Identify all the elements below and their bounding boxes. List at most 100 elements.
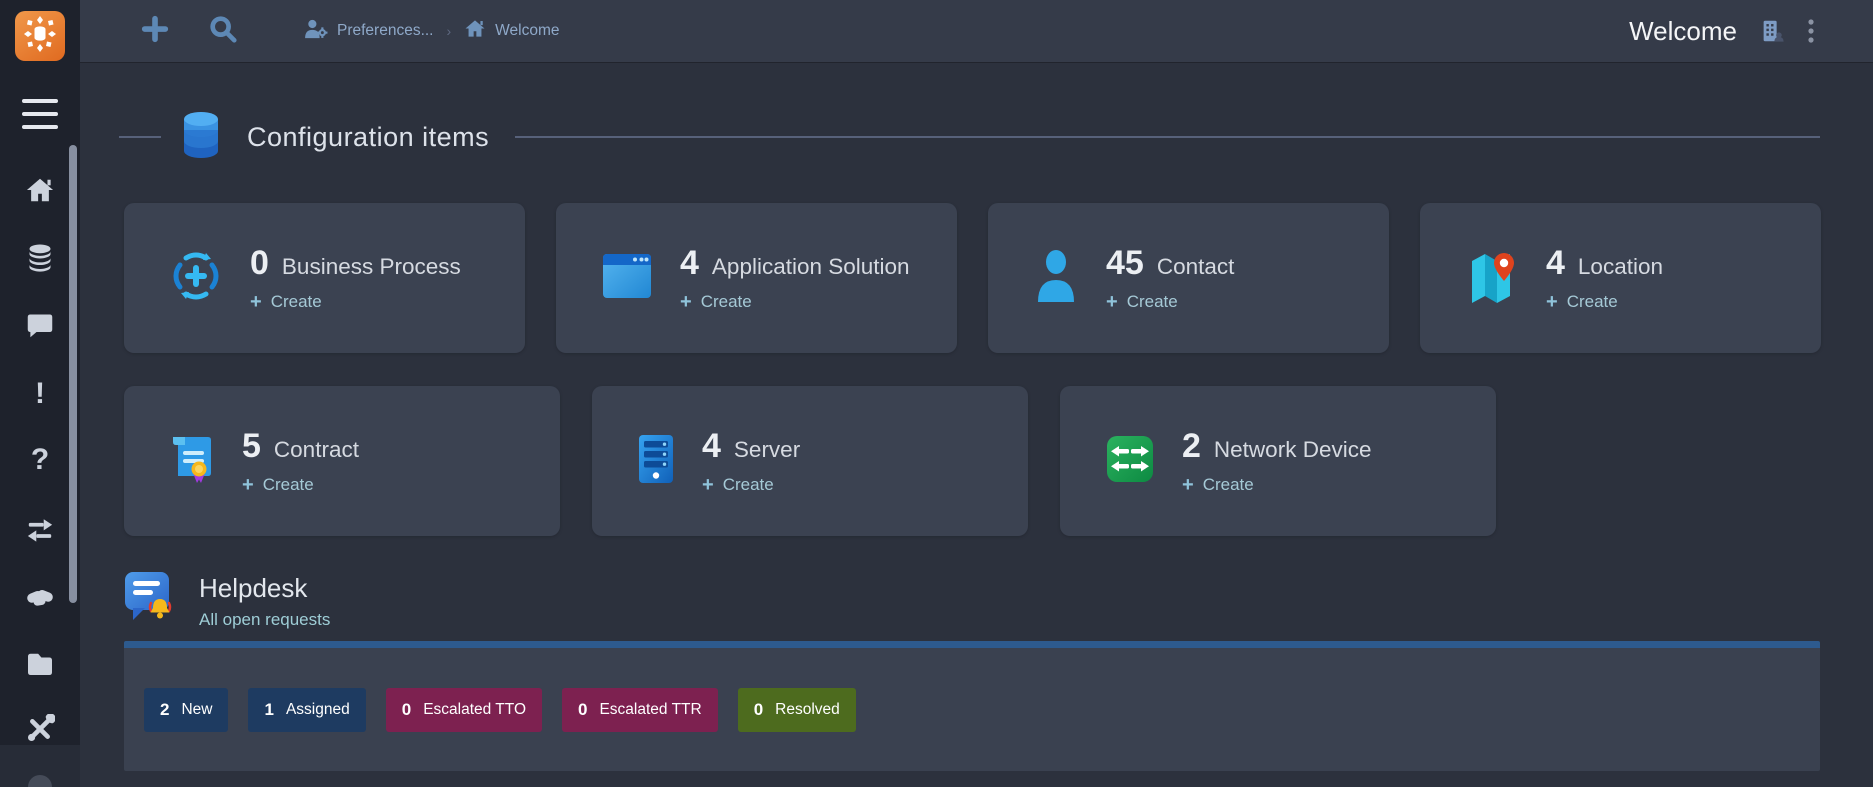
sidebar-item-incidents[interactable]: ! — [24, 378, 56, 410]
create-link[interactable]: + Create — [702, 475, 800, 495]
card-count: 0 — [250, 244, 269, 283]
badge-count: 2 — [160, 700, 169, 720]
sidebar-footer — [0, 745, 80, 787]
topbar: Preferences... › Welcome Welcome — [80, 0, 1873, 62]
main-content: Configuration items 0 — [80, 62, 1873, 787]
helpdesk-panel: 2 New 1 Assigned 0 Escalated TTO 0 Escal… — [124, 641, 1820, 771]
create-link[interactable]: + Create — [250, 292, 461, 312]
card-link[interactable]: 45 Contact — [1106, 244, 1234, 283]
contract-certificate-icon — [170, 433, 214, 490]
folder-icon — [25, 651, 55, 675]
card-link[interactable]: 4 Application Solution — [680, 244, 910, 283]
helpdesk-badge-assigned[interactable]: 1 Assigned — [248, 688, 365, 732]
helpdesk-chat-bell-icon — [124, 571, 172, 630]
sidebar-item-configuration[interactable] — [24, 242, 56, 274]
location-map-pin-icon — [1466, 249, 1518, 308]
card-link[interactable]: 5 Contract — [242, 427, 359, 466]
user-preferences-icon — [304, 19, 328, 44]
card-business-process: 0 Business Process + Create — [124, 203, 525, 353]
helpdesk-badge-escalated-tto[interactable]: 0 Escalated TTO — [386, 688, 542, 732]
cards-row-1: 0 Business Process + Create — [124, 203, 1821, 353]
itop-logo-icon — [20, 14, 60, 59]
quick-create-button[interactable] — [140, 14, 170, 49]
sidebar-item-problems[interactable]: ? — [24, 444, 56, 476]
badge-label: Escalated TTR — [599, 701, 701, 719]
plus-icon — [140, 14, 170, 49]
breadcrumb-current-label: Welcome — [495, 22, 559, 40]
app-logo[interactable] — [15, 11, 65, 61]
helpdesk-badge-new[interactable]: 2 New — [144, 688, 228, 732]
breadcrumb-current[interactable]: Welcome — [464, 19, 559, 43]
badge-label: Escalated TTO — [423, 701, 526, 719]
question-icon: ? — [31, 445, 49, 475]
header-rule-right — [515, 136, 1820, 138]
create-label: Create — [271, 292, 322, 312]
kebab-menu-icon[interactable] — [1807, 18, 1815, 44]
breadcrumb-parent[interactable]: Preferences... — [304, 19, 434, 44]
badge-count: 0 — [402, 700, 411, 720]
card-contact: 45 Contact + Create — [988, 203, 1389, 353]
network-device-icon — [1106, 435, 1154, 488]
card-network-device: 2 Network Device + Create — [1060, 386, 1496, 536]
helpdesk-badge-resolved[interactable]: 0 Resolved — [738, 688, 856, 732]
handshake-icon — [24, 584, 56, 610]
card-count: 45 — [1106, 244, 1144, 283]
user-avatar[interactable] — [28, 775, 52, 787]
cards-row-2: 5 Contract + Create — [124, 386, 1496, 536]
user-menu-label[interactable]: Welcome — [1629, 16, 1737, 47]
search-icon — [208, 14, 238, 49]
topbar-right: Welcome — [1629, 16, 1815, 47]
card-count: 5 — [242, 427, 261, 466]
home-icon — [464, 19, 486, 43]
chat-bubble-icon — [26, 311, 54, 339]
create-link[interactable]: + Create — [242, 475, 359, 495]
card-location: 4 Location + Create — [1420, 203, 1821, 353]
chevron-right-icon: › — [447, 23, 452, 39]
badge-label: Resolved — [775, 701, 840, 719]
card-contract: 5 Contract + Create — [124, 386, 560, 536]
card-link[interactable]: 0 Business Process — [250, 244, 461, 283]
organization-building-icon[interactable] — [1759, 18, 1785, 44]
breadcrumb: Preferences... › Welcome — [304, 19, 560, 44]
sidebar-item-services[interactable] — [24, 581, 56, 613]
badge-count: 0 — [754, 700, 763, 720]
helpdesk-header: Helpdesk All open requests — [124, 571, 330, 630]
contact-person-icon — [1034, 250, 1078, 307]
plus-icon: + — [680, 292, 692, 312]
create-link[interactable]: + Create — [680, 292, 910, 312]
card-link[interactable]: 4 Location — [1546, 244, 1663, 283]
card-count: 4 — [680, 244, 699, 283]
create-label: Create — [701, 292, 752, 312]
business-process-icon — [170, 250, 222, 307]
database-cylinder-icon — [182, 110, 220, 165]
plus-icon: + — [1106, 292, 1118, 312]
plus-icon: + — [242, 475, 254, 495]
card-label: Application Solution — [712, 254, 910, 280]
sidebar-scrollbar[interactable] — [69, 145, 77, 603]
card-label: Business Process — [282, 254, 461, 280]
card-server: 4 Server + Create — [592, 386, 1028, 536]
create-link[interactable]: + Create — [1546, 292, 1663, 312]
create-label: Create — [1127, 292, 1178, 312]
helpdesk-badge-escalated-ttr[interactable]: 0 Escalated TTR — [562, 688, 718, 732]
sidebar-item-changes[interactable] — [24, 513, 56, 545]
card-link[interactable]: 2 Network Device — [1182, 427, 1371, 466]
create-label: Create — [723, 475, 774, 495]
global-search-button[interactable] — [208, 14, 238, 49]
badge-label: New — [181, 701, 212, 719]
create-link[interactable]: + Create — [1106, 292, 1234, 312]
card-label: Contract — [274, 437, 359, 463]
plus-icon: + — [1546, 292, 1558, 312]
sidebar-item-documents[interactable] — [24, 647, 56, 679]
helpdesk-badges: 2 New 1 Assigned 0 Escalated TTO 0 Escal… — [144, 688, 856, 732]
sidebar-item-admin-tools[interactable] — [24, 713, 56, 745]
create-link[interactable]: + Create — [1182, 475, 1371, 495]
plus-icon: + — [250, 292, 262, 312]
sidebar-item-requests[interactable] — [24, 309, 56, 341]
badge-count: 0 — [578, 700, 587, 720]
hamburger-menu-icon[interactable] — [22, 99, 58, 129]
sidebar-item-home[interactable] — [24, 174, 56, 206]
create-label: Create — [1567, 292, 1618, 312]
section-header: Configuration items — [119, 108, 1820, 166]
card-link[interactable]: 4 Server — [702, 427, 800, 466]
